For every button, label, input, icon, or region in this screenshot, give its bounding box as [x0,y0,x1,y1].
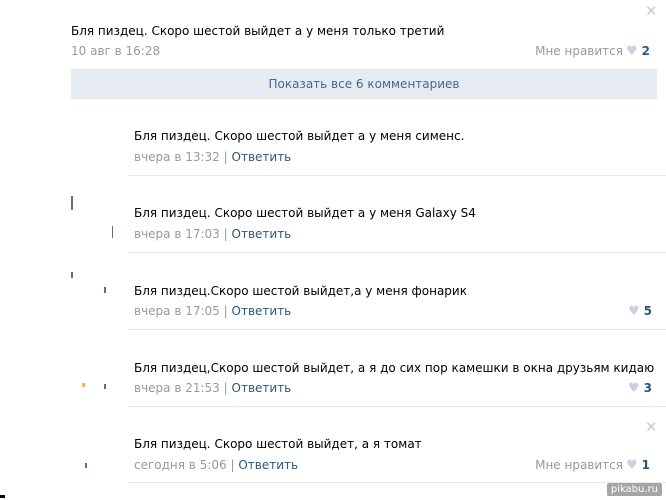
like-count: 2 [641,44,650,58]
avatar-remnant [104,287,106,293]
avatar-remnant [104,384,106,389]
avatar-remnant [112,226,113,238]
avatar-remnant [82,383,85,387]
close-icon[interactable]: ✕ [645,418,658,436]
avatar-remnant [71,272,73,278]
comment-like-button[interactable]: ♥ 3 [625,381,652,396]
comment-date[interactable]: вчера в 21:53 [134,381,220,395]
avatar-remnant [85,463,87,468]
avatar-remnant [71,196,73,210]
comment-text: Бля пиздец. Скоро шестой выйдет, а я том… [134,437,422,451]
heart-icon: ♥ [627,304,640,319]
heart-icon: ♥ [625,458,638,473]
comment-meta: вчера в 13:32 | Ответить [134,150,291,164]
like-count: 1 [641,458,650,472]
meta-separator: | [223,150,228,164]
watermark: pikabu.ru [606,483,662,496]
like-count: 5 [643,304,652,318]
comment-meta: вчера в 21:53 | Ответить [134,381,291,395]
like-label: Мне нравится [535,458,623,472]
comment-divider [128,329,666,330]
comment-date[interactable]: вчера в 17:03 [134,227,220,241]
post-date[interactable]: 10 авг в 16:28 [71,44,160,58]
meta-separator: | [223,381,228,395]
comment-text: Бля пиздец. Скоро шестой выйдет а у меня… [134,206,476,220]
comment-like-button[interactable]: Мне нравится ♥ 1 [535,458,650,473]
like-count: 3 [643,381,652,395]
close-icon[interactable]: ✕ [645,2,658,20]
heart-icon: ♥ [627,381,640,396]
reply-link[interactable]: Ответить [232,227,292,241]
comment-meta: вчера в 17:03 | Ответить [134,227,291,241]
post-like-button[interactable]: Мне нравится ♥ 2 [535,44,650,59]
meta-separator: | [223,304,228,318]
reply-link[interactable]: Ответить [232,304,292,318]
meta-separator: | [230,458,235,472]
comment-text: Бля пиздец,Скоро шестой выйдет, а я до с… [134,361,655,375]
reply-link[interactable]: Ответить [232,381,292,395]
avatar-remnant [0,495,5,498]
like-label: Мне нравится [535,44,623,58]
meta-separator: | [223,227,228,241]
comment-divider [128,482,666,483]
comment-date[interactable]: вчера в 13:32 [134,150,220,164]
comment-divider [128,252,666,253]
comment-date[interactable]: сегодня в 5:06 [134,458,227,472]
comment-date[interactable]: вчера в 17:05 [134,304,220,318]
heart-icon: ♥ [625,44,638,59]
comment-like-button[interactable]: ♥ 5 [625,304,652,319]
reply-link[interactable]: Ответить [238,458,298,472]
comment-divider [128,406,666,407]
comment-meta: вчера в 17:05 | Ответить [134,304,291,318]
reply-link[interactable]: Ответить [232,150,292,164]
comment-text: Бля пиздец.Скоро шестой выйдет,а у меня … [134,284,467,298]
show-all-comments-button[interactable]: Показать все 6 комментариев [71,69,657,99]
post-text: Бля пиздец. Скоро шестой выйдет а у меня… [71,24,445,38]
comment-meta: сегодня в 5:06 | Ответить [134,458,298,472]
comment-divider [128,175,666,176]
comment-text: Бля пиздец. Скоро шестой выйдет а у меня… [134,129,465,143]
